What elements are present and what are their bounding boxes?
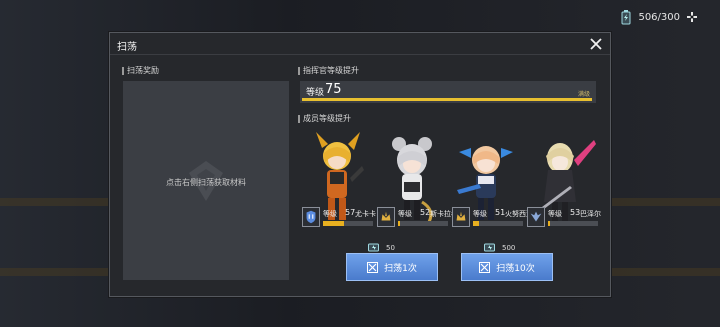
member-level-value: 57	[345, 208, 356, 217]
rank-wings-icon	[527, 207, 545, 227]
sweep-dialog: 扫荡 扫荡奖励 点击右侧扫荡获取材料 指挥官等级提升 等级 75 满级 成员等级…	[109, 32, 611, 297]
sweep-once-cost-value: 50	[386, 243, 395, 252]
section-marker	[298, 66, 300, 75]
reward-hint: 点击右侧扫荡获取材料	[166, 178, 246, 187]
stamina-value: 506/300	[638, 11, 680, 23]
member-info: 等级 52 斯卡拉格	[377, 207, 458, 229]
add-stamina-icon[interactable]	[686, 11, 698, 23]
sweep-ten-cost: 500	[484, 243, 515, 252]
commander-progress-fill	[302, 98, 592, 101]
member-progress-fill	[323, 221, 344, 226]
commander-section-title: 指挥官等级提升	[303, 66, 359, 75]
member-info: 等级 53 巴泽尔	[527, 207, 601, 229]
member-name: 尤卡卡	[355, 210, 376, 218]
member-level-prefix: 等级	[398, 210, 412, 218]
member-info: 等级 57 尤卡卡	[302, 207, 376, 229]
member-level-value: 51	[495, 208, 506, 217]
dialog-title: 扫荡	[117, 42, 137, 53]
member-level-prefix: 等级	[548, 210, 562, 218]
rank-crown-icon	[452, 207, 470, 227]
commander-level-bar: 等级 75 满级	[300, 81, 596, 103]
member-progress-track	[398, 221, 448, 226]
close-icon[interactable]	[588, 36, 604, 52]
commander-level-value: 75	[325, 82, 342, 97]
stamina-battery-icon	[484, 243, 495, 252]
member-info: 等级 51 火努西亚	[452, 207, 533, 229]
member-level-prefix: 等级	[473, 210, 487, 218]
stamina-battery-icon	[368, 243, 379, 252]
sweep-ten-button[interactable]: 扫荡10次	[461, 253, 553, 281]
commander-section-label: 指挥官等级提升	[298, 65, 359, 76]
member-name: 巴泽尔	[580, 210, 601, 218]
member-level-prefix: 等级	[323, 210, 337, 218]
reward-section-label: 扫荡奖励	[122, 65, 290, 76]
reward-section-title: 扫荡奖励	[127, 66, 159, 75]
member-progress-fill	[473, 221, 479, 226]
rank-crown-icon	[377, 207, 395, 227]
rank-shield-icon	[302, 207, 320, 227]
member-progress-track	[548, 221, 598, 226]
max-level-tag: 满级	[577, 91, 590, 98]
member-section-title: 成员等级提升	[303, 114, 351, 123]
sweep-once-cost: 50	[368, 243, 395, 252]
member-level-value: 53	[570, 208, 581, 217]
section-marker	[122, 66, 124, 75]
sweep-ten-cost-value: 500	[502, 243, 516, 252]
commander-progress-track	[302, 98, 592, 101]
member-level-value: 52	[420, 208, 431, 217]
member-progress-track	[473, 221, 523, 226]
member-section-label: 成员等级提升	[298, 113, 351, 124]
sweep-once-label: 扫荡1次	[384, 263, 417, 274]
stamina-battery-icon	[621, 10, 631, 25]
stamina-counter: 506/300	[620, 9, 698, 25]
sweep-icon	[367, 261, 379, 273]
dialog-header: 扫荡	[110, 33, 610, 55]
sweep-ten-label: 扫荡10次	[496, 263, 535, 274]
member-progress-track	[323, 221, 373, 226]
member-progress-fill	[398, 221, 400, 226]
member-progress-fill	[548, 221, 550, 226]
commander-level-prefix: 等级	[306, 88, 325, 98]
sweep-icon	[479, 261, 491, 273]
reward-area: 点击右侧扫荡获取材料	[123, 81, 289, 280]
section-marker	[298, 114, 300, 123]
sweep-once-button[interactable]: 扫荡1次	[346, 253, 438, 281]
